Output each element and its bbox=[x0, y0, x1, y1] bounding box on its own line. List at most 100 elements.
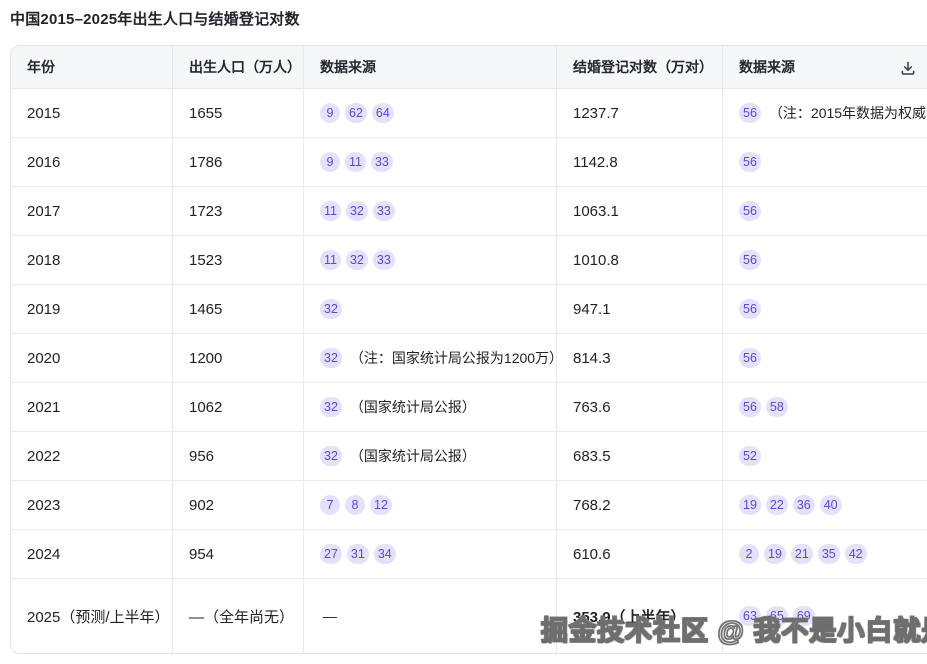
table-row: 2020 1200 32（注：国家统计局公报为1200万） 814.3 56 bbox=[11, 334, 927, 383]
year-cell: 2020 bbox=[11, 334, 173, 382]
year-cell: 2024 bbox=[11, 530, 173, 578]
birth-source-cell: 91133 bbox=[304, 138, 557, 186]
data-table: 年份 出生人口（万人） 数据来源 结婚登记对数（万对） 数据来源 2015 16… bbox=[10, 45, 927, 654]
citation-badge[interactable]: 56 bbox=[739, 299, 761, 319]
birth-source-cell: 32（国家统计局公报） bbox=[304, 383, 557, 431]
marriage-source-cell: 56 bbox=[723, 334, 927, 382]
births-cell: 954 bbox=[173, 530, 304, 578]
citation-badge[interactable]: 11 bbox=[320, 201, 341, 221]
table-row: 2024 954 273134 610.6 219213542 bbox=[11, 530, 927, 579]
marriage-source-cell: 52 bbox=[723, 432, 927, 480]
year-cell: 2018 bbox=[11, 236, 173, 284]
citation-badge[interactable]: 22 bbox=[766, 495, 788, 515]
citation-badge[interactable]: 32 bbox=[320, 397, 342, 417]
column-header-year: 年份 bbox=[11, 46, 173, 88]
year-cell: 2016 bbox=[11, 138, 173, 186]
marriage-source-cell: 56 bbox=[723, 285, 927, 333]
page-title: 中国2015–2025年出生人口与结婚登记对数 bbox=[10, 8, 300, 29]
citation-badge[interactable]: 12 bbox=[370, 495, 392, 515]
marriages-cell: 610.6 bbox=[557, 530, 723, 578]
marriage-source-cell: 56 bbox=[723, 138, 927, 186]
births-cell: 1465 bbox=[173, 285, 304, 333]
column-header-marriages: 结婚登记对数（万对） bbox=[557, 46, 723, 88]
citation-badge[interactable]: 56 bbox=[739, 397, 761, 417]
birth-source-cell: 32（注：国家统计局公报为1200万） bbox=[304, 334, 557, 382]
citation-badge[interactable]: 31 bbox=[347, 544, 369, 564]
marriage-source-cell: 56 bbox=[723, 187, 927, 235]
citation-badge[interactable]: 2 bbox=[739, 544, 759, 564]
citation-badge[interactable]: 56 bbox=[739, 348, 761, 368]
citation-badge[interactable]: 33 bbox=[373, 201, 395, 221]
citation-badge[interactable]: 32 bbox=[346, 250, 368, 270]
births-cell: 1523 bbox=[173, 236, 304, 284]
citation-badge[interactable]: 33 bbox=[373, 250, 395, 270]
marriages-cell: 683.5 bbox=[557, 432, 723, 480]
citation-badge[interactable]: 56 bbox=[739, 152, 761, 172]
citation-badge[interactable]: 40 bbox=[820, 495, 842, 515]
marriages-cell: 1063.1 bbox=[557, 187, 723, 235]
births-cell: 1655 bbox=[173, 89, 304, 137]
table-row: 2023 902 7812 768.2 19223640 bbox=[11, 481, 927, 530]
watermark: 掘金技术社区 @ 我不是小白就是我 bbox=[541, 609, 927, 648]
births-cell: 1062 bbox=[173, 383, 304, 431]
table-row: 2019 1465 32 947.1 56 bbox=[11, 285, 927, 334]
citation-badge[interactable]: 36 bbox=[793, 495, 815, 515]
marriage-source-cell: 56 bbox=[723, 236, 927, 284]
citation-badge[interactable]: 32 bbox=[346, 201, 368, 221]
citation-badge[interactable]: 19 bbox=[739, 495, 761, 515]
citation-badge[interactable]: 21 bbox=[791, 544, 813, 564]
citation-badge[interactable]: 11 bbox=[345, 152, 366, 172]
citation-badge[interactable]: 42 bbox=[845, 544, 867, 564]
citation-badge[interactable]: 19 bbox=[764, 544, 786, 564]
citation-badge[interactable]: 32 bbox=[320, 348, 342, 368]
marriage-source-cell: 5658 bbox=[723, 383, 927, 431]
marriage-source-cell: 56（注：2015年数据为权威回溯 bbox=[723, 89, 927, 137]
year-cell: 2015 bbox=[11, 89, 173, 137]
year-cell: 2019 bbox=[11, 285, 173, 333]
table-row: 2022 956 32（国家统计局公报） 683.5 52 bbox=[11, 432, 927, 481]
birth-source-cell: 32 bbox=[304, 285, 557, 333]
citation-badge[interactable]: 32 bbox=[320, 299, 342, 319]
citation-badge[interactable]: 8 bbox=[345, 495, 365, 515]
birth-source-cell: 96264 bbox=[304, 89, 557, 137]
citation-badge[interactable]: 58 bbox=[766, 397, 788, 417]
table-body: 2015 1655 96264 1237.7 56（注：2015年数据为权威回溯… bbox=[11, 89, 927, 653]
citation-badge[interactable]: 9 bbox=[320, 152, 340, 172]
marriages-cell: 1010.8 bbox=[557, 236, 723, 284]
marriages-cell: 1237.7 bbox=[557, 89, 723, 137]
birth-source-cell: — bbox=[304, 579, 557, 653]
citation-badge[interactable]: 9 bbox=[320, 103, 340, 123]
citation-badge[interactable]: 27 bbox=[320, 544, 342, 564]
births-cell: 1786 bbox=[173, 138, 304, 186]
table-row: 2018 1523 113233 1010.8 56 bbox=[11, 236, 927, 285]
download-icon bbox=[899, 59, 917, 77]
citation-badge[interactable]: 35 bbox=[818, 544, 840, 564]
year-cell: 2022 bbox=[11, 432, 173, 480]
citation-badge[interactable]: 56 bbox=[739, 103, 761, 123]
marriages-cell: 1142.8 bbox=[557, 138, 723, 186]
marriage-source-cell: 219213542 bbox=[723, 530, 927, 578]
citation-badge[interactable]: 11 bbox=[320, 250, 341, 270]
births-cell: 956 bbox=[173, 432, 304, 480]
citation-badge[interactable]: 64 bbox=[372, 103, 394, 123]
citation-badge[interactable]: 32 bbox=[320, 446, 342, 466]
table-row: 2021 1062 32（国家统计局公报） 763.6 5658 bbox=[11, 383, 927, 432]
download-button[interactable] bbox=[897, 57, 919, 79]
citation-badge[interactable]: 33 bbox=[371, 152, 393, 172]
citation-badge[interactable]: 56 bbox=[739, 201, 761, 221]
marriages-cell: 814.3 bbox=[557, 334, 723, 382]
births-cell: 1200 bbox=[173, 334, 304, 382]
citation-badge[interactable]: 7 bbox=[320, 495, 340, 515]
birth-source-cell: 113233 bbox=[304, 187, 557, 235]
birth-source-cell: 32（国家统计局公报） bbox=[304, 432, 557, 480]
citation-badge[interactable]: 34 bbox=[374, 544, 396, 564]
birth-source-cell: 113233 bbox=[304, 236, 557, 284]
births-cell: 902 bbox=[173, 481, 304, 529]
table-row: 2017 1723 113233 1063.1 56 bbox=[11, 187, 927, 236]
page: { "page": { "title": "中国2015–2025年出生人口与结… bbox=[0, 0, 927, 664]
citation-badge[interactable]: 62 bbox=[345, 103, 367, 123]
marriage-source-cell: 19223640 bbox=[723, 481, 927, 529]
year-cell: 2017 bbox=[11, 187, 173, 235]
citation-badge[interactable]: 56 bbox=[739, 250, 761, 270]
citation-badge[interactable]: 52 bbox=[739, 446, 761, 466]
